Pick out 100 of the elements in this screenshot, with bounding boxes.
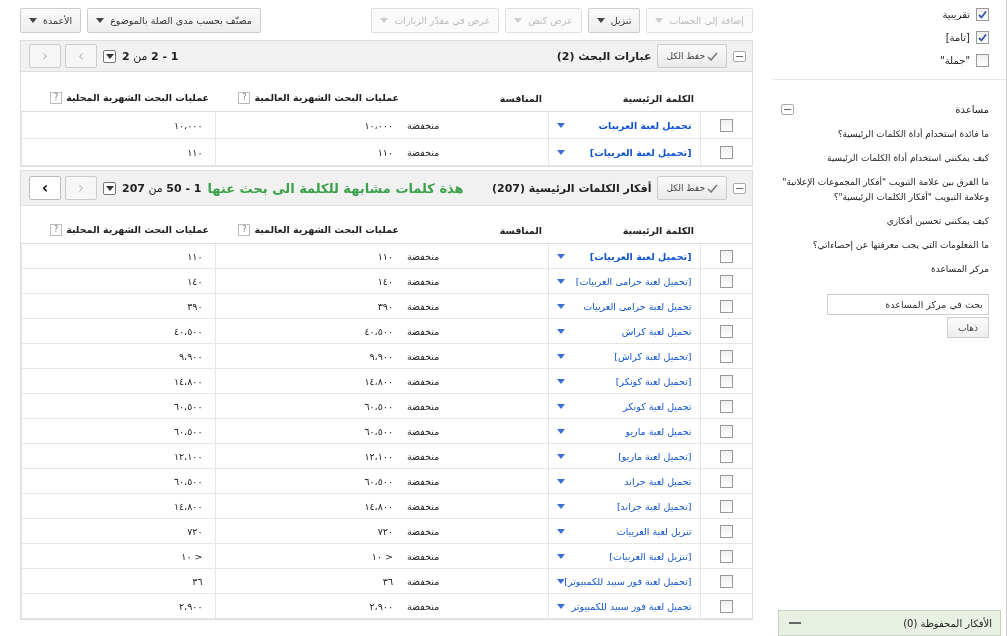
checkbox-label: تقريبية bbox=[942, 9, 970, 20]
pager-button[interactable]: › bbox=[29, 176, 61, 200]
checkbox[interactable] bbox=[976, 31, 989, 44]
checkbox[interactable] bbox=[976, 54, 989, 67]
table-cell: ٧٢٠ bbox=[187, 525, 203, 537]
help-link[interactable]: ما الفرق بين علامة التبويب "أفكار المجموعات الإعلانية" وعلامة التبويب "أفكار الكلمات الرئيسية"؟ bbox=[781, 175, 989, 205]
caret-icon bbox=[556, 149, 565, 155]
checkbox[interactable] bbox=[719, 118, 733, 132]
keyword-link[interactable]: تحميل لعبة حرامى العربيات bbox=[583, 300, 692, 312]
go-button[interactable]: ذهاب bbox=[947, 317, 989, 338]
table-cell: ٣٩٠ bbox=[377, 300, 393, 312]
table-cell: ٦٠،٥٠٠ bbox=[173, 475, 203, 487]
table-cell: ١٤٠ bbox=[377, 275, 393, 287]
keyword-link[interactable]: تحميل لعبة كونكر bbox=[623, 400, 692, 412]
save-all-button[interactable]: حفظ الكل bbox=[657, 44, 727, 68]
keyword-link[interactable]: تحميل لعبة فور سبيد للكمبيوتر bbox=[571, 600, 692, 612]
caret-icon bbox=[596, 18, 605, 23]
checkbox[interactable] bbox=[976, 8, 989, 21]
checkbox[interactable] bbox=[719, 574, 733, 588]
table-cell: ٦٠،٥٠٠ bbox=[173, 400, 203, 412]
caret-icon bbox=[29, 18, 37, 23]
keyword-link[interactable]: تحميل لعبة جراند bbox=[624, 475, 692, 487]
checkbox[interactable] bbox=[719, 349, 733, 363]
help-link[interactable]: كيف يمكنني استخدام أداة الكلمات الرئيسية bbox=[781, 151, 989, 166]
column-header: عمليات البحث الشهرية المحلية bbox=[66, 91, 209, 103]
collapse-icon[interactable] bbox=[781, 104, 794, 115]
help-search-field[interactable]: بحث في مركز المساعدة bbox=[827, 294, 989, 315]
keyword-link[interactable]: تحميل لعبة كراش bbox=[621, 325, 692, 337]
checkbox[interactable] bbox=[719, 399, 733, 413]
checkbox[interactable] bbox=[719, 524, 733, 538]
checkbox[interactable] bbox=[719, 145, 733, 159]
table-cell: منخفضة bbox=[407, 146, 440, 158]
table-cell: ١٠،٠٠٠ bbox=[173, 119, 203, 131]
keyword-link[interactable]: [تحميل لعبة جراند] bbox=[616, 500, 692, 512]
column-header: عمليات البحث الشهرية العالمية bbox=[254, 91, 399, 103]
checkbox[interactable] bbox=[719, 324, 733, 338]
checkbox[interactable] bbox=[719, 299, 733, 313]
table-cell: ٦٠،٥٠٠ bbox=[173, 425, 203, 437]
check-icon bbox=[707, 51, 718, 61]
keyword-link[interactable]: [تحميل لعبة كونكر] bbox=[615, 375, 692, 387]
help-icon[interactable]: ? bbox=[50, 224, 63, 236]
table-cell: ١٤،٨٠٠ bbox=[364, 375, 393, 387]
keyword-link[interactable]: تحميل لعبة العربيات bbox=[598, 119, 692, 131]
checkbox[interactable] bbox=[719, 549, 733, 563]
table-cell: ٦٠،٥٠٠ bbox=[364, 475, 393, 487]
toolbar-button[interactable]: الأعمدة bbox=[20, 8, 82, 33]
table-cell: ١١٠ bbox=[187, 146, 203, 158]
help-link[interactable]: مركز المساعدة bbox=[781, 262, 989, 277]
checkbox[interactable] bbox=[719, 474, 733, 488]
keyword-link[interactable]: [تحميل لعبة كراش] bbox=[614, 350, 692, 362]
collapse-icon[interactable] bbox=[733, 182, 746, 194]
table-cell: منخفضة bbox=[407, 325, 440, 337]
help-link[interactable]: ما المعلومات التي يجب معرفتها عن إحصاءاتي؟ bbox=[781, 238, 989, 253]
caret-icon bbox=[655, 18, 664, 23]
checkbox[interactable] bbox=[719, 599, 733, 613]
section-title: عبارات البحث (2) bbox=[556, 49, 652, 63]
table-cell: منخفضة bbox=[407, 600, 440, 612]
keyword-link[interactable]: تحميل لعبة ماريو bbox=[625, 425, 692, 437]
toolbar-button[interactable]: تنزيل bbox=[587, 8, 641, 33]
caret-icon bbox=[556, 278, 565, 284]
dropdown-icon[interactable] bbox=[103, 49, 116, 63]
checkbox[interactable] bbox=[719, 249, 733, 263]
toolbar-button[interactable]: مصنّف بحسب مدى الصلة بالموضوع bbox=[87, 8, 261, 33]
table-cell: منخفضة bbox=[407, 250, 440, 262]
checkbox[interactable] bbox=[719, 424, 733, 438]
checkbox[interactable] bbox=[719, 374, 733, 388]
keyword-link[interactable]: [تنزيل لعبة العربيات] bbox=[609, 550, 692, 562]
table-cell: ١١٠ bbox=[187, 250, 203, 262]
table-cell: منخفضة bbox=[407, 475, 440, 487]
table-cell: ١٢،١٠٠ bbox=[364, 450, 393, 462]
keyword-link[interactable]: [تحميل لعبة حرامى العربيات] bbox=[575, 275, 692, 287]
table-cell: منخفضة bbox=[407, 300, 440, 312]
table-cell: ١٤،٨٠٠ bbox=[173, 500, 203, 512]
help-icon[interactable]: ? bbox=[238, 92, 251, 104]
column-header: عمليات البحث الشهرية العالمية bbox=[254, 223, 399, 235]
keyword-link[interactable]: [تحميل لعبة ماريو] bbox=[618, 450, 692, 462]
column-header: عمليات البحث الشهرية المحلية bbox=[66, 223, 209, 235]
help-link[interactable]: ما فائدة استخدام أداة الكلمات الرئيسية؟ bbox=[781, 127, 989, 142]
checkbox[interactable] bbox=[719, 274, 733, 288]
table-cell: منخفضة bbox=[407, 375, 440, 387]
save-all-button[interactable]: حفظ الكل bbox=[657, 176, 727, 200]
help-icon[interactable]: ? bbox=[238, 224, 251, 236]
keyword-link[interactable]: [تحميل لعبة العربيات] bbox=[589, 146, 692, 158]
table-cell: ١٢،١٠٠ bbox=[173, 450, 203, 462]
keyword-link[interactable]: [تحميل لعبة فور سبيد للكمبيوتر] bbox=[564, 575, 692, 587]
help-link[interactable]: كيف يمكنني تحسين أفكاري bbox=[781, 214, 989, 229]
table-cell: ١٤٠ bbox=[187, 275, 203, 287]
help-icon[interactable]: ? bbox=[50, 92, 63, 104]
caret-icon bbox=[105, 185, 114, 191]
caret-icon bbox=[556, 403, 565, 409]
caret-icon bbox=[556, 303, 565, 309]
keyword-link[interactable]: تنزيل لعبة العربيات bbox=[616, 525, 692, 537]
caret-icon bbox=[556, 328, 565, 334]
checkbox[interactable] bbox=[719, 449, 733, 463]
checkbox[interactable] bbox=[719, 499, 733, 513]
dropdown-icon[interactable] bbox=[103, 181, 116, 195]
table-cell: ٤٠،٥٠٠ bbox=[364, 325, 393, 337]
collapse-icon[interactable] bbox=[733, 50, 746, 62]
caret-icon bbox=[556, 122, 565, 128]
keyword-link[interactable]: [تحميل لعبة العربيات] bbox=[589, 250, 692, 262]
